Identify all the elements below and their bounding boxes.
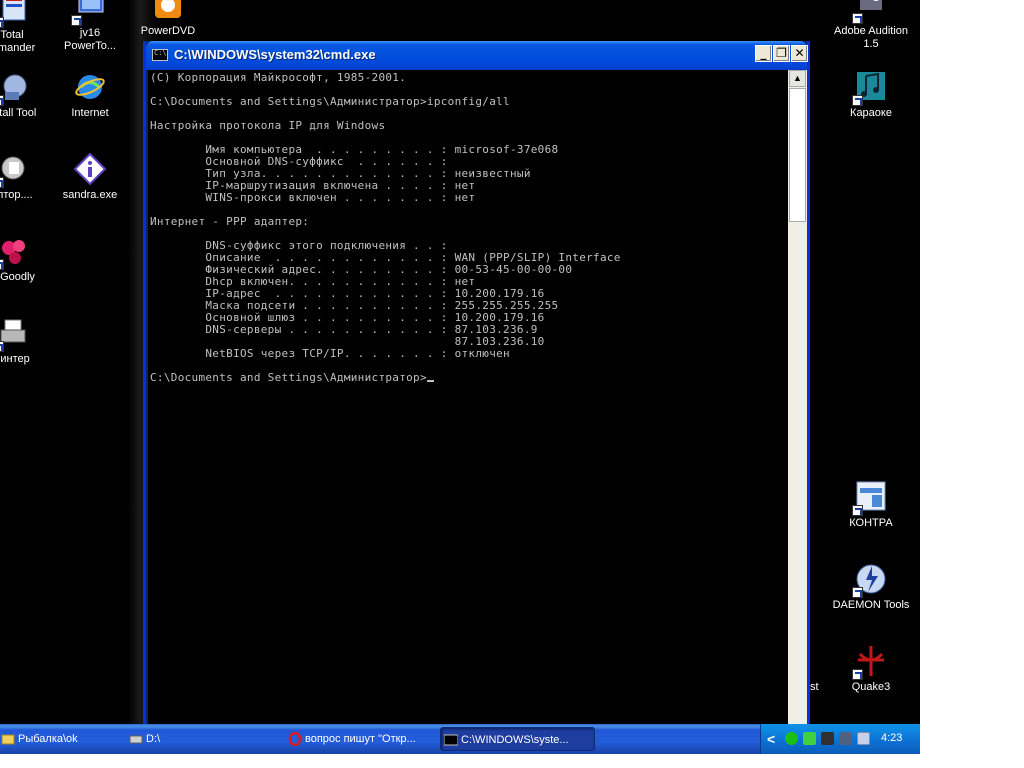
desktop-icon-label: КОНТРА — [849, 517, 893, 529]
desktop-icon-printer[interactable]: оинтер — [0, 316, 52, 366]
desktop-icon-label: ептор.... — [0, 189, 33, 201]
taskbar-item-cmd[interactable]: C:\WINDOWS\syste... — [440, 727, 595, 751]
window-title: C:\WINDOWS\system32\cmd.exe — [174, 47, 376, 62]
desktop-icon-internet[interactable]: Internet — [50, 70, 130, 120]
editor-icon — [0, 152, 29, 188]
drive-icon — [129, 731, 143, 745]
quake3-icon — [852, 644, 888, 680]
tray-expand-chevron-icon[interactable]: < — [767, 731, 775, 747]
daemon-tools-icon — [852, 562, 888, 598]
desktop-icon-kontra[interactable]: КОНТРА — [831, 480, 911, 530]
taskbar-item-label: вопрос пишут "Откр... — [305, 733, 416, 745]
taskbar-item-label: C:\WINDOWS\syste... — [461, 734, 569, 746]
taskbar-item-label: Рыбалка\ok — [18, 733, 78, 745]
install-tool-icon — [0, 70, 29, 106]
taskbar-item-drive-d[interactable]: D:\ — [126, 727, 276, 751]
modem-tray-icon[interactable] — [821, 732, 834, 745]
goodly-icon — [0, 234, 29, 270]
desktop-icon-powerdvd[interactable]: PowerDVD — [128, 0, 208, 38]
desktop-icon-label: st — [810, 681, 819, 693]
cmd-icon[interactable] — [152, 49, 168, 61]
desktop-icon-goodly[interactable]: ic Goodly — [0, 234, 52, 284]
volume-tray-icon[interactable] — [839, 732, 852, 745]
desktop-icon-label: Total mmander — [0, 29, 36, 54]
desktop-icon-adobe-audition[interactable]: Adobe Audition 1.5 — [831, 0, 911, 51]
powerdvd-icon — [151, 0, 185, 22]
cmd-icon — [443, 732, 459, 746]
language-flag-icon[interactable] — [857, 732, 870, 745]
close-button[interactable]: ✕ — [791, 45, 808, 62]
karaoke-icon — [852, 70, 888, 106]
flower-tray-icon[interactable] — [803, 732, 816, 745]
clock[interactable]: 4:23 — [881, 732, 902, 744]
minimize-button[interactable]: _ — [755, 45, 772, 62]
taskbar: Рыбалка\ok D:\ вопрос пишут "Откр... C:\… — [0, 724, 920, 754]
sandra-icon — [73, 152, 107, 186]
folder-icon — [1, 731, 15, 745]
scrollbar-thumb[interactable] — [789, 88, 806, 222]
desktop-icon-label: sandra.exe — [62, 189, 118, 201]
desktop-icon-label: Adobe Audition 1.5 — [833, 25, 908, 50]
maximize-button[interactable]: ❐ — [773, 45, 790, 62]
taskbar-item-label: D:\ — [146, 733, 161, 745]
desktop-icon-install-tool[interactable]: nstall Tool — [0, 70, 52, 120]
desktop-icon-jv16[interactable]: jv16 PowerTo... — [50, 0, 130, 53]
desktop-icon-quake3[interactable]: Quake3 — [831, 644, 911, 694]
desktop-icon-label: Караоке — [850, 107, 892, 119]
jv16-icon — [71, 0, 107, 26]
title-bar[interactable]: C:\WINDOWS\system32\cmd.exe _ ❐ ✕ — [146, 41, 808, 70]
vertical-scrollbar[interactable]: ▲ — [788, 70, 807, 724]
command-prompt[interactable]: C:\Documents and Settings\Администратор> — [150, 371, 427, 384]
desktop-icon-label: nstall Tool — [0, 107, 37, 119]
text-cursor — [426, 380, 434, 382]
desktop-icon-label: jv16 PowerTo... — [64, 27, 116, 52]
desktop-icon-karaoke[interactable]: Караоке — [831, 70, 911, 120]
total-commander-icon — [0, 0, 29, 28]
desktop-icon-total-commander[interactable]: Total mmander — [0, 0, 52, 55]
desktop-icon-label: оинтер — [0, 353, 30, 365]
network-tray-icon[interactable] — [785, 732, 798, 745]
console-text: (C) Корпорация Майкрософт, 1985-2001. C:… — [150, 71, 621, 384]
taskbar-item-fishing[interactable]: Рыбалка\ok — [0, 727, 118, 751]
desktop-icon-label: Quake3 — [851, 681, 891, 693]
opera-icon — [288, 731, 302, 747]
adobe-audition-icon — [852, 0, 888, 24]
internet-explorer-icon — [73, 70, 107, 104]
system-tray: < 4:23 — [760, 724, 920, 754]
cmd-window[interactable]: C:\WINDOWS\system32\cmd.exe _ ❐ ✕ (C) Ко… — [143, 41, 810, 724]
desktop-icon-editor[interactable]: ептор.... — [0, 152, 52, 202]
desktop-icon-label: ic Goodly — [0, 271, 35, 283]
taskbar-item-opera[interactable]: вопрос пишут "Откр... — [285, 727, 435, 751]
desktop-icon-label: DAEMON Tools — [832, 599, 910, 611]
kontra-icon — [852, 480, 888, 516]
desktop-icon-daemon-tools[interactable]: DAEMON Tools — [831, 562, 911, 612]
desktop-icon-label: Internet — [71, 107, 109, 119]
scroll-up-arrow-icon[interactable]: ▲ — [789, 70, 806, 87]
console-output[interactable]: (C) Корпорация Майкрософт, 1985-2001. C:… — [148, 70, 788, 724]
printer-icon — [0, 316, 29, 352]
desktop-icon-sandra[interactable]: sandra.exe — [50, 152, 130, 202]
desktop-icon-label: PowerDVD — [140, 25, 196, 37]
